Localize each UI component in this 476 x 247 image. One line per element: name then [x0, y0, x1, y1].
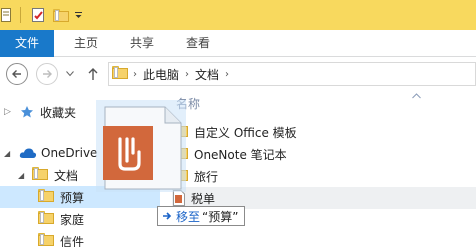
sidebar-item-family[interactable]: 家庭 [0, 208, 160, 230]
star-icon [21, 106, 33, 118]
list-item-label: 旅行 [194, 169, 219, 184]
drag-target: “预算” [202, 209, 239, 224]
list-item[interactable]: OneNote 笔记本 [172, 143, 287, 165]
app-icon[interactable] [0, 6, 12, 24]
sidebar-item-label: 文档 [54, 168, 79, 183]
ribbon-tabs: 文件 主页 共享 查看 [0, 30, 476, 57]
file-explorer-window: 文件 主页 共享 查看 › 此电脑 › 文档 › 名称 ▷ 收藏夹 ◢ OneD… [0, 0, 476, 247]
forward-arrow-icon [43, 70, 52, 78]
dragged-document-icon [103, 106, 182, 190]
breadcrumb-documents[interactable]: 文档 [195, 66, 219, 83]
sidebar-item-label: 家庭 [60, 212, 85, 227]
list-item-label: OneNote 笔记本 [194, 147, 287, 162]
breadcrumb-separator-icon: › [133, 68, 137, 80]
tab-file[interactable]: 文件 [0, 30, 54, 57]
address-folder-icon [112, 66, 128, 82]
new-folder-icon[interactable] [52, 6, 70, 24]
list-item[interactable]: 自定义 Office 模板 [172, 121, 297, 143]
expand-chevron-icon[interactable]: ▷ [4, 107, 16, 117]
list-item-label: 自定义 Office 模板 [194, 125, 297, 140]
folder-icon [38, 211, 54, 227]
address-bar[interactable]: › 此电脑 › 文档 › [108, 62, 476, 86]
sidebar-item-letters[interactable]: 信件 [0, 230, 160, 247]
title-bar [0, 0, 476, 30]
sidebar-item-label: 收藏夹 [40, 105, 77, 120]
sidebar-item-label: 预算 [60, 190, 85, 205]
list-item-label: 税单 [191, 191, 216, 206]
customize-toolbar-dropdown[interactable] [72, 6, 84, 24]
folder-icon [32, 167, 48, 183]
folder-icon [38, 233, 54, 247]
folder-icon [38, 189, 54, 205]
sidebar-item-label: OneDrive [41, 146, 98, 160]
properties-icon[interactable] [28, 6, 48, 24]
sidebar-item-label: 信件 [60, 234, 85, 247]
breadcrumb-separator-icon: › [185, 68, 190, 80]
back-button[interactable] [6, 63, 28, 85]
tab-view[interactable]: 查看 [180, 30, 216, 57]
tab-home[interactable]: 主页 [68, 30, 104, 57]
breadcrumb-this-pc[interactable]: 此电脑 [143, 66, 179, 83]
recent-locations-dropdown[interactable] [63, 63, 77, 85]
up-button[interactable] [84, 63, 102, 85]
collapse-chevron-icon[interactable]: ◢ [18, 171, 30, 180]
navigation-bar: › 此电脑 › 文档 › [0, 57, 476, 91]
chevron-down-icon [66, 71, 74, 77]
forward-button[interactable] [36, 63, 58, 85]
back-arrow-icon [12, 70, 21, 78]
document-icon [173, 190, 185, 206]
cloud-icon [19, 148, 37, 158]
drag-verb: 移至 [176, 209, 201, 224]
sort-chevron-up-icon[interactable] [412, 93, 421, 99]
collapse-chevron-icon[interactable]: ◢ [4, 149, 16, 158]
breadcrumb-separator-icon: › [225, 68, 230, 80]
drag-tooltip: 移至 “预算” [157, 206, 246, 226]
move-arrow-icon [163, 212, 172, 220]
toolbar-separator [20, 7, 21, 23]
up-arrow-icon [88, 68, 98, 80]
tab-share[interactable]: 共享 [124, 30, 160, 57]
